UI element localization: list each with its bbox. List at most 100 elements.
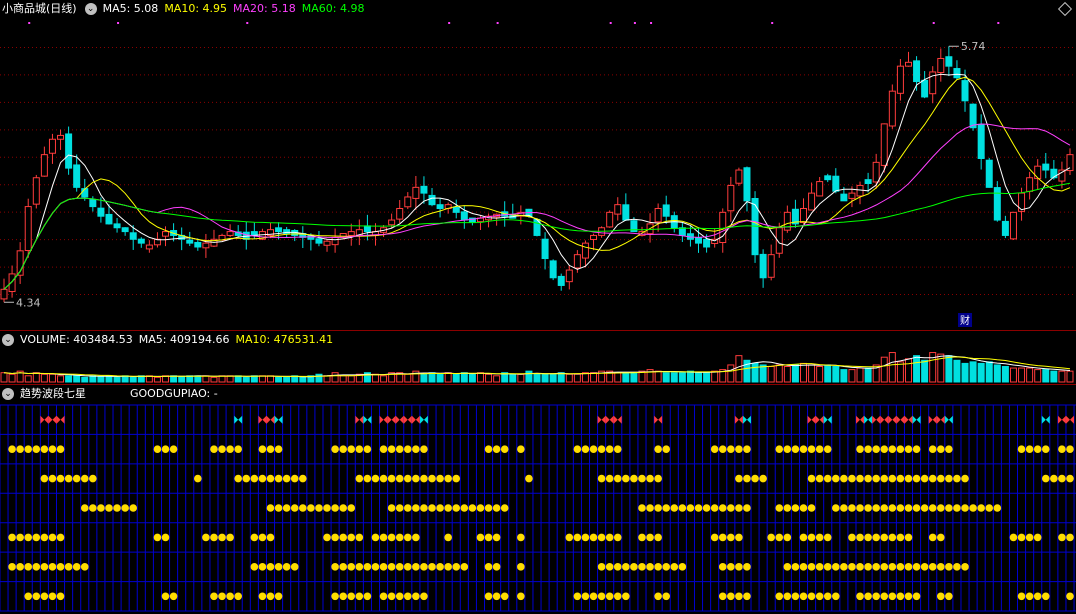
volume-bar-down: [622, 372, 630, 383]
star-dot: [856, 474, 864, 483]
star-dot: [654, 504, 662, 512]
star-dot: [436, 474, 444, 483]
star-dot: [403, 445, 412, 453]
star-dot: [355, 592, 364, 601]
star-dot: [864, 592, 872, 601]
star-dot: [331, 533, 339, 542]
star-dot: [1066, 592, 1074, 601]
star-dot: [936, 592, 945, 601]
star-dot: [299, 504, 307, 512]
star-dot: [1033, 445, 1042, 453]
star-dot: [24, 563, 33, 571]
star-dot: [460, 563, 469, 571]
star-dot: [282, 504, 291, 512]
star-dot: [920, 504, 929, 512]
star-dot: [412, 445, 420, 453]
star-dot: [605, 533, 614, 542]
star-dot: [904, 533, 913, 542]
volume-bar-down: [81, 376, 89, 383]
star-dot: [832, 504, 840, 512]
star-dot: [815, 474, 824, 483]
star-dot: [355, 563, 364, 571]
star-dot: [40, 474, 49, 483]
ma60-readout: MA60: 4.98: [301, 2, 365, 15]
star-dot: [323, 504, 331, 512]
candle-up: [202, 242, 210, 249]
star-dot: [250, 474, 259, 483]
star-dot: [565, 533, 574, 542]
volume-bar-up: [614, 372, 622, 383]
star-dot: [985, 504, 994, 512]
star-dot: [864, 563, 872, 571]
star-dot: [395, 592, 404, 601]
star-dot: [80, 563, 89, 571]
butterfly-icon: [815, 415, 824, 424]
star-dot: [32, 563, 41, 571]
star-dot: [872, 533, 880, 542]
volume-bar-up: [517, 373, 525, 383]
butterfly-icon: [864, 415, 873, 424]
volume-bar-down: [234, 375, 242, 383]
star-dot: [274, 504, 283, 512]
star-dot: [832, 592, 840, 601]
star-dot: [613, 533, 622, 542]
star-dot: [89, 474, 97, 483]
star-dot: [880, 474, 889, 483]
star-dot: [64, 563, 73, 571]
price-panel[interactable]: 小商品城(日线) ⌄ MA5: 5.08 MA10: 4.95 MA20: 5.18 MA…: [0, 0, 1076, 330]
volume-bar-down: [1050, 370, 1058, 383]
star-dot: [735, 533, 743, 542]
star-dot: [161, 533, 170, 542]
candle-down: [129, 232, 137, 240]
star-dot: [856, 445, 864, 453]
star-dot: [492, 445, 501, 453]
candle-up: [396, 208, 404, 220]
star-dot: [888, 563, 897, 571]
star-dot: [290, 504, 299, 512]
candle-down: [977, 123, 985, 159]
star-dot: [896, 592, 905, 601]
star-dot: [8, 563, 16, 571]
collapse-icon[interactable]: ⌄: [2, 334, 14, 346]
collapse-icon[interactable]: ⌄: [84, 3, 97, 15]
star-dot: [299, 474, 307, 483]
volume-bar-down: [977, 362, 985, 383]
volume-bar-up: [226, 375, 234, 383]
star-dot: [1066, 533, 1074, 542]
star-dot: [1025, 445, 1034, 453]
star-dot: [40, 445, 49, 453]
star-dot: [395, 504, 404, 512]
star-dot: [945, 563, 953, 571]
collapse-icon[interactable]: ⌄: [2, 388, 14, 400]
fin-marker-label: 财: [960, 314, 970, 327]
star-dot: [969, 504, 977, 512]
candle-up: [606, 211, 614, 228]
indicator-panel[interactable]: ⌄ 趋势波段七星 GOODGUPIAO: -: [0, 385, 1076, 614]
volume-bar-up: [727, 364, 735, 383]
volume-bar-down: [460, 372, 468, 383]
indicator-readout: GOODGUPIAO: -: [130, 387, 218, 400]
volume-bar-up: [808, 364, 816, 383]
star-dot: [161, 445, 170, 453]
candle-up: [162, 231, 170, 237]
volume-bar-down: [283, 376, 291, 383]
star-dot: [807, 474, 816, 483]
volume-bar-up: [1066, 370, 1074, 383]
candle-down: [961, 80, 969, 102]
star-dot: [799, 563, 808, 571]
star-dot: [783, 445, 792, 453]
volume-panel[interactable]: ⌄ VOLUME: 403484.53 MA5: 409194.66 MA10: 47…: [0, 331, 1076, 384]
star-dot: [387, 592, 396, 601]
star-dot: [710, 445, 719, 453]
star-dot: [888, 592, 897, 601]
candle-up: [1026, 177, 1034, 192]
top-tick: [496, 22, 499, 24]
star-dot: [912, 563, 921, 571]
star-dot: [274, 474, 283, 483]
volume-bar-down: [242, 376, 250, 383]
star-dot: [953, 504, 961, 512]
star-dot: [775, 445, 784, 453]
star-dot: [928, 563, 937, 571]
butterfly-icon: [856, 415, 865, 424]
volume-bar-down: [751, 362, 759, 383]
